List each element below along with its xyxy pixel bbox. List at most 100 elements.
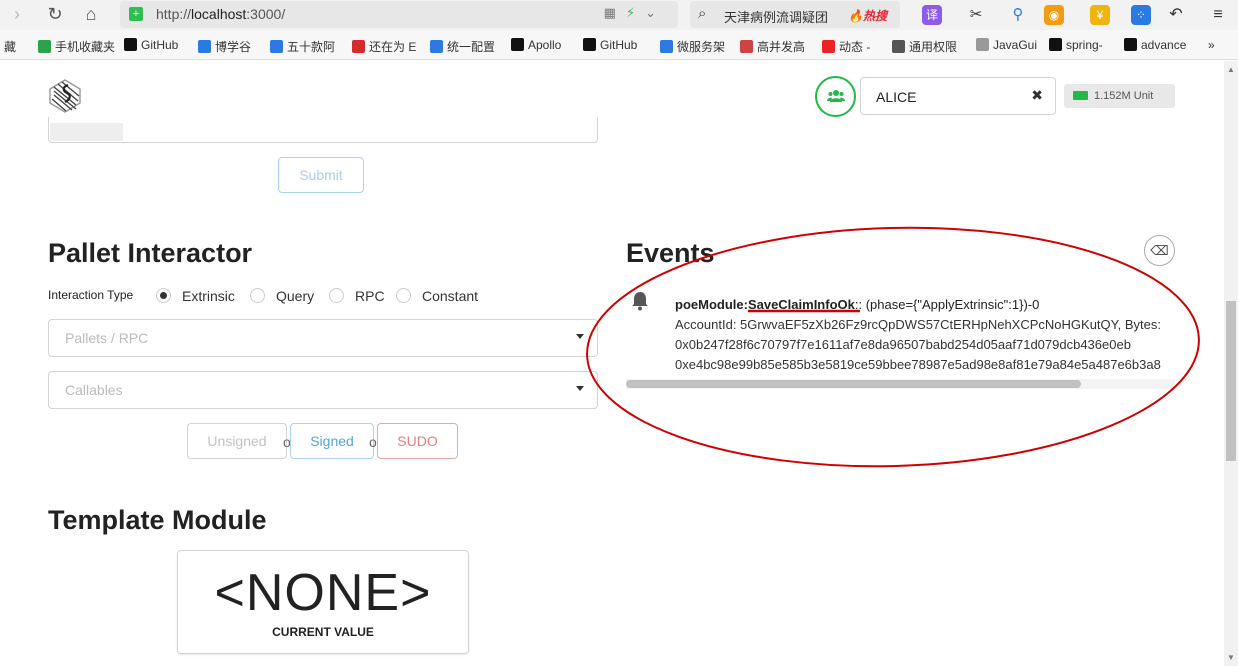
bookmark-item[interactable]: 五十款阿 [270,38,335,55]
bookmark-label: 五十款阿 [287,40,336,54]
browser-toolbar: › ↻ ⌂ + http://localhost:3000/ ▦⚡⌄ ⌕ 天津病… [0,0,1238,30]
bookmark-favicon-icon [583,38,596,51]
radio-label-query[interactable]: Query [276,288,314,304]
wallet-icon[interactable]: ¥ [1090,5,1110,25]
account-users-icon[interactable] [815,76,856,117]
event-data-line: 0xe4bc98e99b85e585b3e5819ce59bbee78987e5… [675,357,1161,372]
radio-constant[interactable] [396,288,411,303]
callables-dropdown[interactable]: Callables [48,371,598,409]
bookmark-item[interactable]: 通用权限 [892,38,957,55]
bookmark-label: 手机收藏夹 [55,40,116,54]
account-selector[interactable]: ALICE ✖ [860,77,1056,115]
undo-icon[interactable]: ↶ [1166,5,1186,25]
address-bar[interactable]: + http://localhost:3000/ ▦⚡⌄ [120,1,678,28]
lightning-icon[interactable]: ⚡ [626,5,645,20]
search-bar[interactable]: ⌕ 天津病例流调疑团 🔥热搜 [690,1,900,28]
page-content: ALICE ✖ 1.152M Unit Submit Pallet Intera… [0,61,1224,666]
bookmark-label: 统一配置 [447,40,496,54]
submit-button[interactable]: Submit [278,157,364,193]
game-icon[interactable]: ◉ [1044,5,1064,25]
bookmark-item[interactable]: 统一配置 [430,38,495,55]
unsigned-button[interactable]: Unsigned [187,423,287,459]
reload-icon[interactable]: ↻ [44,3,66,25]
bookmark-label: advance [1141,38,1187,52]
radio-label-extrinsic[interactable]: Extrinsic [182,288,235,304]
bookmark-item[interactable]: 博学谷 [198,38,251,55]
bookmark-label: 动态 - [839,40,871,54]
bookmark-item[interactable]: advance [1124,38,1186,52]
eraser-icon[interactable]: ⌫ [1144,235,1175,266]
bookmark-favicon-icon [430,40,443,53]
qr-icon[interactable]: ▦ [604,5,626,20]
bookmark-label: GitHub [141,38,179,52]
bookmark-item[interactable]: 藏 [0,38,16,55]
balance-label: 1.152M Unit [1064,84,1175,108]
radio-query[interactable] [250,288,265,303]
account-name: ALICE [876,89,917,105]
partial-input-field[interactable] [48,117,598,143]
bookmark-label: 通用权限 [909,40,958,54]
bookmarks-more-icon[interactable]: » [1208,38,1215,52]
magnifier-icon[interactable]: ⚲ [1008,5,1028,25]
bookmark-favicon-icon [270,40,283,53]
search-query[interactable]: 天津病例流调疑团 [724,7,828,26]
bookmark-label: Apollo [528,38,562,52]
bookmark-item[interactable]: GitHub [583,38,637,52]
radio-extrinsic[interactable] [156,288,171,303]
pallets-rpc-placeholder: Pallets / RPC [65,330,149,346]
bookmark-favicon-icon [511,38,524,51]
apps-icon[interactable]: ⁘ [1131,5,1151,25]
current-value: <NONE> [214,564,432,622]
events-title: Events [626,238,715,268]
event-item: poeModule:SaveClaimInfoOk:: (phase={"App… [675,294,1175,374]
bookmark-item[interactable]: 微服务架 [660,38,725,55]
address-url[interactable]: http://localhost:3000/ [156,6,285,22]
radio-label-rpc[interactable]: RPC [355,288,385,304]
bookmark-label: 还在为 E [369,40,417,54]
pallets-rpc-dropdown[interactable]: Pallets / RPC [48,319,598,357]
menu-icon[interactable]: ≡ [1208,5,1228,25]
event-data-line: 0x0b247f28f6c70797f7e1611af7e8da96507bab… [675,337,1131,352]
bookmarks-bar: 藏 手机收藏夹 GitHub 博学谷 五十款阿 还在为 E 统一配置 Apollo GitHub… [0,30,1238,60]
bookmark-favicon-icon [352,40,365,53]
clear-icon[interactable]: ✖ [1031,87,1043,104]
bookmark-favicon-icon [1049,38,1062,51]
scissors-icon[interactable]: ✂ [966,5,986,25]
bookmark-label: 高并发高 [757,40,806,54]
event-name: SaveClaimInfoOk [747,297,855,312]
current-value-card: <NONE> CURRENT VALUE [177,550,469,654]
bookmark-item[interactable]: 手机收藏夹 [38,38,115,55]
translate-icon[interactable]: 译 [922,5,942,25]
bookmark-label: spring- [1066,38,1103,52]
sudo-button[interactable]: SUDO [377,423,458,459]
event-data-line: AccountId: 5GrwvaEF5zXb26Fz9rcQpDWS57CtE… [675,317,1162,332]
dropdown-caret-icon [576,386,584,391]
scroll-down-icon[interactable]: ▼ [1227,653,1235,662]
interaction-type-label: Interaction Type [48,288,134,302]
bookmark-item[interactable]: GitHub [124,38,178,52]
address-actions[interactable]: ▦⚡⌄ [604,5,666,21]
event-header: poeModule:SaveClaimInfoOk:: (phase={"App… [675,297,1175,314]
events-horizontal-scrollbar[interactable] [626,379,1175,389]
signed-button[interactable]: Signed [290,423,374,459]
bookmark-favicon-icon [822,40,835,53]
bookmark-item[interactable]: 高并发高 [740,38,805,55]
bookmark-item[interactable]: 还在为 E [352,38,416,55]
bookmark-favicon-icon [124,38,137,51]
page-scrollbar[interactable]: ▲ ▼ [1224,61,1238,666]
search-icon[interactable]: ⌕ [698,5,706,22]
scroll-up-icon[interactable]: ▲ [1227,65,1235,74]
events-scroll-thumb[interactable] [626,380,1081,388]
page-scroll-thumb[interactable] [1226,301,1236,461]
bookmark-item[interactable]: spring- [1049,38,1103,52]
bookmark-item[interactable]: 动态 - [822,38,870,55]
bookmark-favicon-icon [198,40,211,53]
forward-icon[interactable]: › [6,3,28,25]
bookmark-item[interactable]: Apollo [511,38,561,52]
home-icon[interactable]: ⌂ [80,3,102,25]
radio-rpc[interactable] [329,288,344,303]
hot-search-badge[interactable]: 🔥热搜 [848,7,887,24]
bookmark-item[interactable]: JavaGui [976,38,1037,52]
chevron-down-icon[interactable]: ⌄ [645,5,666,20]
radio-label-constant[interactable]: Constant [422,288,478,304]
